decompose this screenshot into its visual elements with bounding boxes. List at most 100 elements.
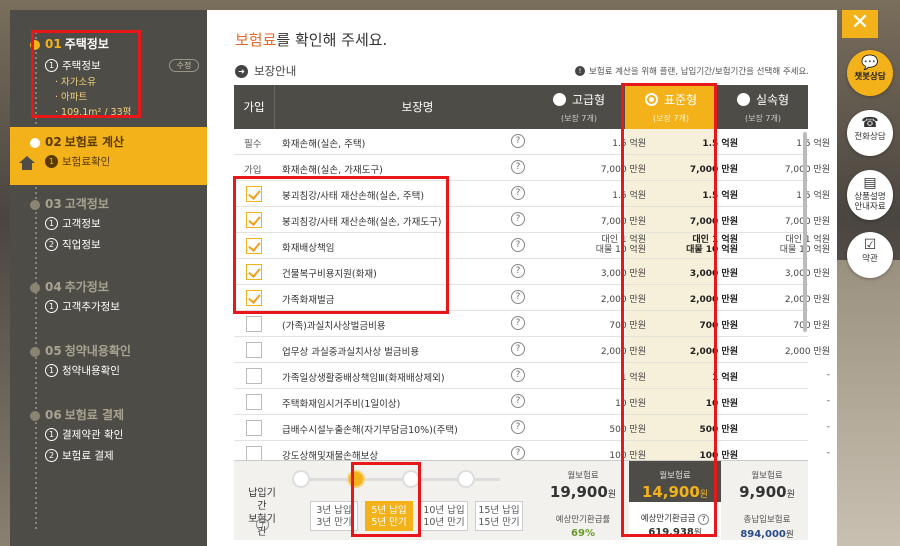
help-icon[interactable]: ? xyxy=(511,186,525,200)
highlight-5y-period xyxy=(351,462,421,537)
coverage-amount: 7,000 만원 xyxy=(784,217,830,227)
period-label: 납입기간 보험기간 xyxy=(248,488,276,538)
premium-footer: 납입기간 보험기간 ? 3년 납입 3년 만기 5년 납입 5년 만기 10년 … xyxy=(234,460,808,541)
coverage-checkbox[interactable] xyxy=(246,394,262,410)
help-icon[interactable]: ? xyxy=(256,518,269,531)
coverage-amount: 2,000 만원 xyxy=(784,295,830,305)
help-icon[interactable]: ? xyxy=(511,394,525,408)
chat-icon: 💬 xyxy=(861,55,879,71)
required-tag: 가입 xyxy=(244,165,262,176)
coverage-checkbox[interactable] xyxy=(246,316,262,332)
highlight-selected-coverages xyxy=(233,176,449,314)
coverage-amount: 700 만원 xyxy=(793,321,830,331)
help-icon[interactable]: ? xyxy=(511,316,525,330)
coverage-checkbox[interactable] xyxy=(246,368,262,384)
coverage-amount: 대인 1 억원 대물 10 억원 xyxy=(779,235,830,255)
phone-consult-button[interactable]: ☎ 전화상담 xyxy=(847,110,893,156)
step-sub-job[interactable]: 2 직업정보 xyxy=(45,237,101,252)
help-icon[interactable]: ? xyxy=(511,238,525,252)
coverage-name: 업무상 과실중과실치사상 벌금비용 xyxy=(282,347,420,358)
step-dot xyxy=(30,138,40,148)
coverage-guide[interactable]: ➜ 보장안내 xyxy=(235,63,296,79)
home-icon xyxy=(19,156,35,170)
step-title: 02 보험료 계산 xyxy=(45,135,125,149)
table-row: 가족일상생활중배상책임Ⅲ(화재배상제외)? 1 억원 1 억원 - xyxy=(234,363,830,389)
help-icon[interactable]: ? xyxy=(511,134,525,148)
coverage-amount: 2,000 만원 xyxy=(784,347,830,357)
step-sub-terms[interactable]: 1 결제약관 확인 xyxy=(45,427,123,442)
period-15y-button[interactable]: 15년 납입 15년 만기 xyxy=(475,501,523,531)
radio-icon[interactable] xyxy=(736,93,750,106)
step-dot xyxy=(30,347,40,357)
help-icon[interactable]: ? xyxy=(511,368,525,382)
product-docs-button[interactable]: ▤ 상품설명 안내자료 xyxy=(847,170,893,220)
terms-button[interactable]: ☑ 약관 xyxy=(847,232,893,278)
coverage-name: 가족일상생활중배상책임Ⅲ(화재배상제외) xyxy=(282,373,445,384)
edit-button[interactable]: 수정 xyxy=(169,59,199,72)
coverage-amount: - xyxy=(826,448,830,458)
coverage-name: 화재손해(실손, 주택) xyxy=(282,139,366,150)
scrollbar[interactable] xyxy=(803,132,807,332)
col-coverage-name: 보장명 xyxy=(274,85,560,129)
help-icon[interactable]: ? xyxy=(511,420,525,434)
phone-icon: ☎ xyxy=(861,115,879,131)
step-sub-customer[interactable]: 1 고객정보 xyxy=(45,216,101,231)
notice-text: ! 보험료 계산을 위해 플랜, 납입기간/보험기간을 선택해 주세요. xyxy=(575,65,809,77)
coverage-name: (가족)과실치사상벌금비용 xyxy=(282,321,386,332)
coverage-amount: - xyxy=(826,422,830,432)
table-row: 급배수시설누출손해(자기부담금10%)(주택)? 500 만원 500 만원 - xyxy=(234,415,830,441)
step-sub-subscription[interactable]: 1 청약내용확인 xyxy=(45,363,120,378)
step-title: 04 추가정보 xyxy=(45,280,109,294)
coverage-checkbox[interactable] xyxy=(246,342,262,358)
required-tag: 필수 xyxy=(244,139,262,150)
step-sub-pay[interactable]: 2 보험료 결제 xyxy=(45,448,114,463)
step-dot xyxy=(30,200,40,210)
help-icon[interactable]: ? xyxy=(511,264,525,278)
table-row: 업무상 과실중과실치사상 벌금비용? 2,000 만원 2,000 만원 2,000 … xyxy=(234,337,830,363)
period-knob-3y[interactable] xyxy=(292,470,310,488)
premium-economy-plan: 월보험료 9,900원 총납입보험료 894,000원 xyxy=(739,471,795,540)
step-dot xyxy=(30,283,40,293)
coverage-amount: 1.5 억원 xyxy=(796,139,830,149)
plan-economy[interactable]: 실속형 (보장 7개) xyxy=(717,91,809,124)
coverage-checkbox[interactable] xyxy=(246,420,262,436)
period-knob-15y[interactable] xyxy=(457,470,475,488)
step-title: 05 청약내용확인 xyxy=(45,344,131,358)
step-sub-extra[interactable]: 1 고객추가정보 xyxy=(45,299,120,314)
step-title: 03 고객정보 xyxy=(45,197,109,211)
arrow-right-icon: ➜ xyxy=(235,64,248,78)
coverage-name: 급배수시설누출손해(자기부담금10%)(주택) xyxy=(282,425,458,436)
help-icon[interactable]: ? xyxy=(511,212,525,226)
help-icon[interactable]: ? xyxy=(511,446,525,460)
highlight-house-info xyxy=(31,30,141,118)
help-icon[interactable]: ? xyxy=(511,160,525,174)
premium-premium-plan: 월보험료 19,900원 예상만기환급률 69% xyxy=(549,471,617,539)
step-dot xyxy=(30,411,40,421)
document-icon: ▤ xyxy=(863,175,877,191)
table-row: 주택화재임시거주비(1일이상)? 10 만원 10 만원 - xyxy=(234,389,830,415)
coverage-amount: 1.5 억원 xyxy=(796,191,830,201)
coverage-amount: - xyxy=(826,396,830,406)
period-10y-button[interactable]: 10년 납입 10년 만기 xyxy=(420,501,468,531)
info-icon: ! xyxy=(575,66,586,76)
radio-icon[interactable] xyxy=(552,93,566,106)
help-icon[interactable]: ? xyxy=(511,290,525,304)
highlight-standard-plan xyxy=(621,83,717,537)
chatbot-button[interactable]: 💬 챗봇상담 xyxy=(847,50,893,96)
checklist-icon: ☑ xyxy=(863,237,877,253)
coverage-name: 주택화재임시거주비(1일이상) xyxy=(282,399,401,410)
page-title: 보험료를 확인해 주세요. xyxy=(235,31,388,49)
help-icon[interactable]: ? xyxy=(511,342,525,356)
coverage-amount: 3,000 만원 xyxy=(784,269,830,279)
table-row: 필수 화재손해(실손, 주택)? 1.5 억원 1.5 억원 1.5 억원 xyxy=(234,129,830,155)
step-sub-premium-check[interactable]: 1 보험료확인 xyxy=(45,154,110,169)
step-title: 06 보험료 결제 xyxy=(45,408,125,422)
table-row: (가족)과실치사상벌금비용? 700 만원 700 만원 700 만원 xyxy=(234,311,830,337)
coverage-name: 화재손해(실손, 가재도구) xyxy=(282,165,383,176)
step-premium-calc[interactable]: 02 보험료 계산 1 보험료확인 xyxy=(10,127,207,185)
col-join: 가입 xyxy=(243,100,265,114)
coverage-amount: - xyxy=(826,370,830,380)
coverage-amount: 7,000 만원 xyxy=(784,165,830,175)
plan-premium[interactable]: 고급형 (보장 7개) xyxy=(533,91,625,124)
close-button[interactable]: ✕ xyxy=(842,10,878,38)
